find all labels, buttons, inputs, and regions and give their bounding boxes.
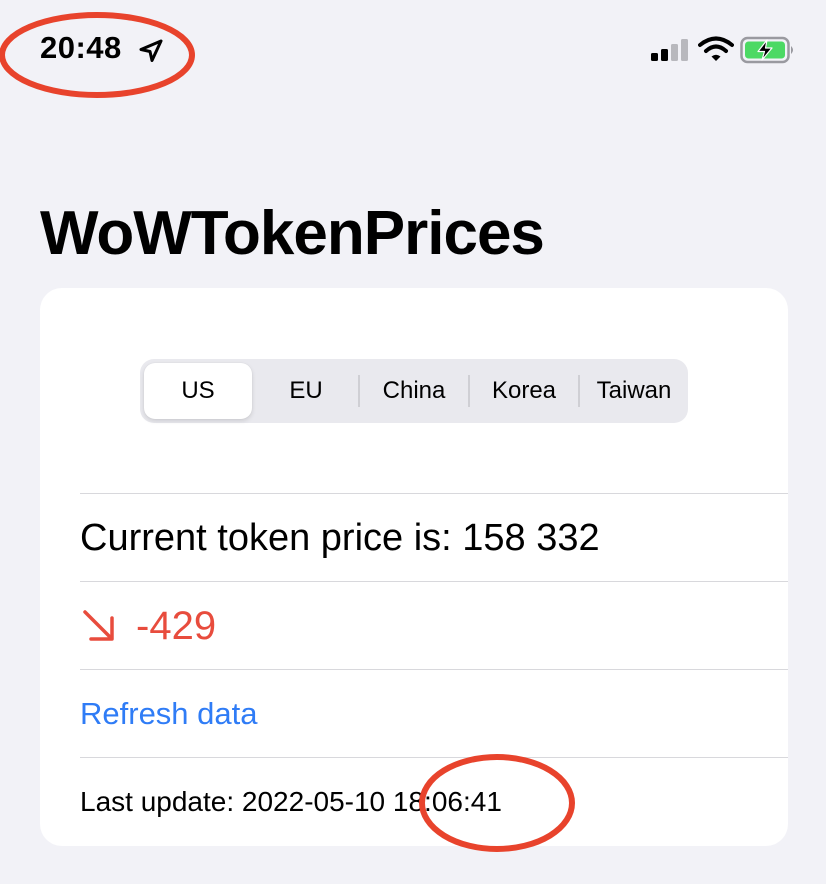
region-segmented-control[interactable]: US EU China Korea Taiwan (140, 359, 688, 423)
current-price-text: Current token price is: 158 332 (80, 516, 600, 559)
region-segment-taiwan[interactable]: Taiwan (580, 359, 688, 423)
location-arrow-icon (139, 39, 163, 62)
status-bar: 20:48 (0, 0, 826, 100)
region-segment-eu[interactable]: EU (252, 359, 360, 423)
cellular-signal-icon (651, 39, 688, 61)
last-update-row: Last update: 2022-05-10 18:06:41 (80, 758, 788, 846)
current-price-row: Current token price is: 158 332 (80, 494, 788, 582)
price-change-value: -429 (136, 603, 217, 648)
region-segment-china[interactable]: China (360, 359, 468, 423)
last-update-text: Last update: 2022-05-10 18:06:41 (80, 786, 502, 817)
status-time: 20:48 (40, 30, 122, 65)
region-segment-us[interactable]: US (144, 363, 252, 419)
region-segment-korea[interactable]: Korea (470, 359, 578, 423)
battery-charging-icon (740, 36, 793, 64)
refresh-data-label[interactable]: Refresh data (80, 696, 258, 732)
wifi-icon (698, 36, 734, 61)
page-title: WoWTokenPrices (40, 199, 545, 268)
arrow-down-right-icon (83, 610, 114, 641)
refresh-data-button[interactable]: Refresh data (80, 670, 788, 758)
price-change-row: -429 (80, 582, 788, 670)
token-card: US EU China Korea Taiwan Current token p… (40, 288, 788, 846)
